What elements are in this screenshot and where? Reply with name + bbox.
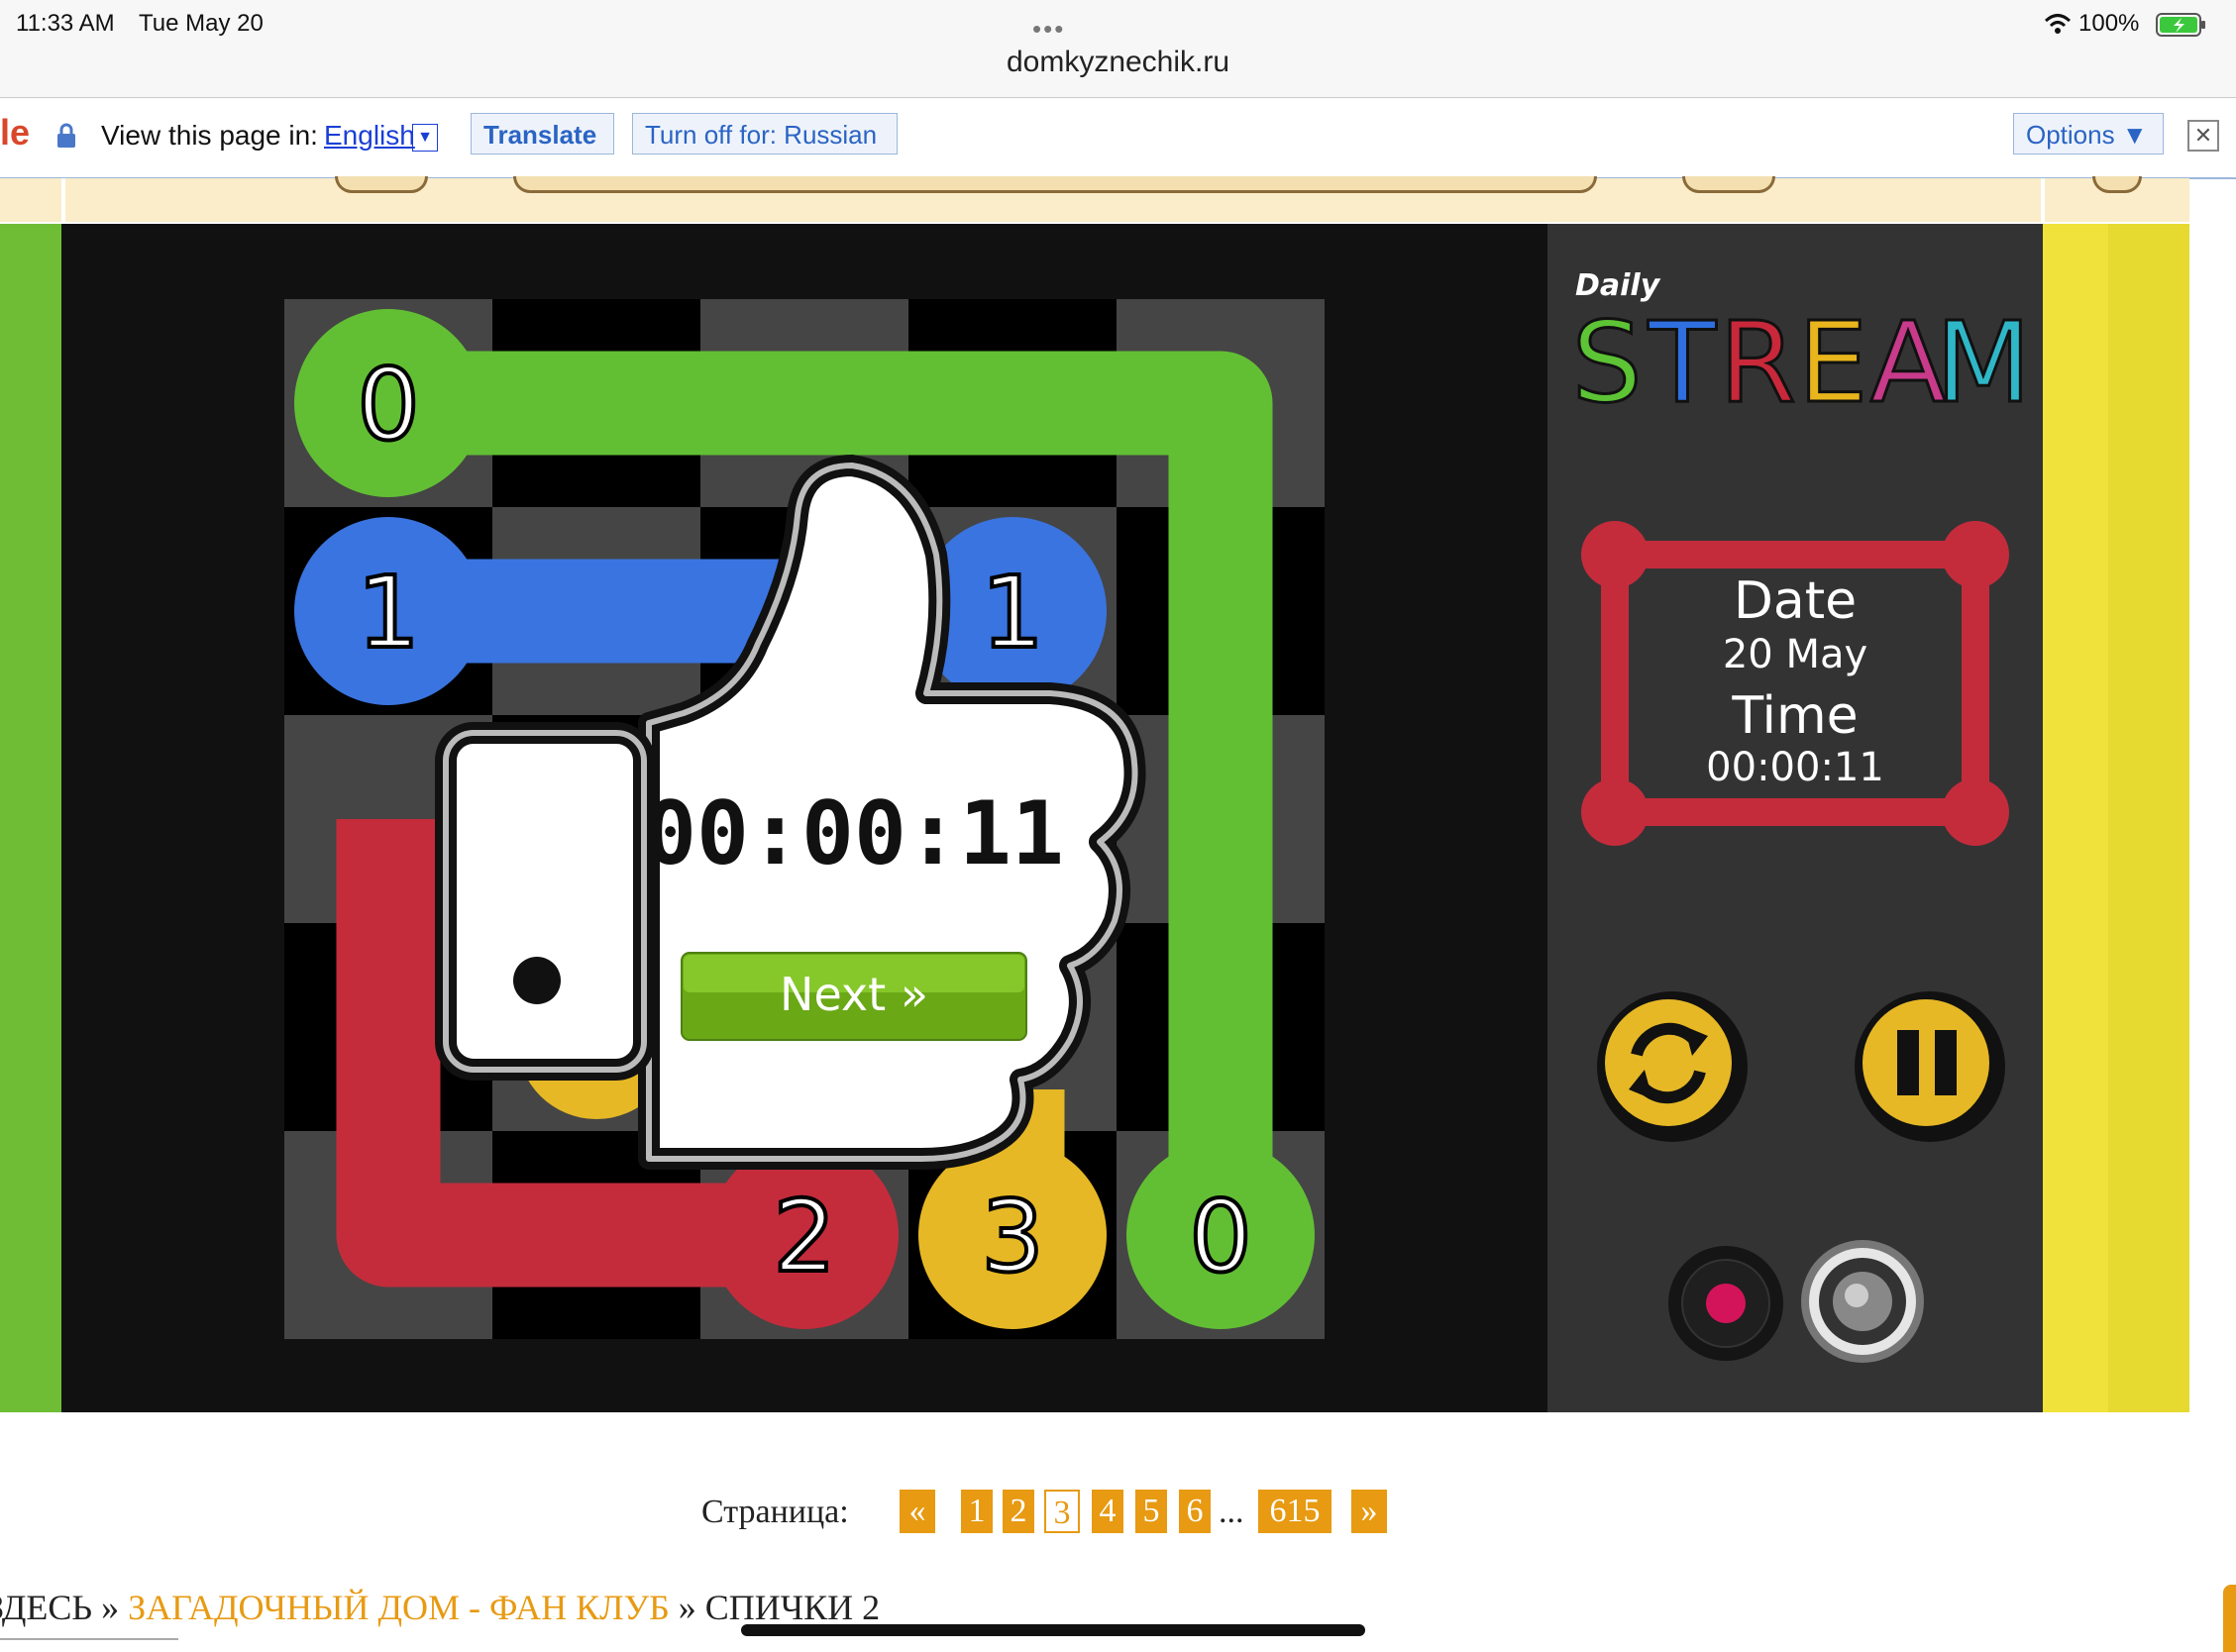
node-label: 0: [1189, 1179, 1252, 1294]
speaker-icon[interactable]: [1801, 1240, 1924, 1363]
pagination-page-1[interactable]: 1: [961, 1490, 993, 1533]
next-button-label: Next »: [780, 968, 928, 1021]
date-value: 20 May: [1723, 632, 1867, 677]
stream-logo: S T R E AM: [1570, 298, 2033, 430]
breadcrumb-sep: »: [678, 1588, 696, 1627]
pagination-page-3[interactable]: 3: [1044, 1490, 1080, 1533]
content-divider: [0, 1638, 178, 1640]
logo-letter: T: [1648, 299, 1717, 428]
node-label: 1: [981, 555, 1044, 671]
pagination-prev[interactable]: «: [900, 1490, 935, 1533]
logo-daily: Daily: [1575, 268, 1661, 303]
restart-button[interactable]: [1597, 991, 1748, 1142]
pagination-page-5[interactable]: 5: [1135, 1490, 1167, 1533]
node-label: 1: [357, 555, 420, 671]
next-button[interactable]: Next »: [681, 952, 1027, 1041]
node-label: 3: [981, 1179, 1044, 1294]
breadcrumb-sep: »: [101, 1588, 120, 1627]
node-label: 2: [773, 1179, 836, 1294]
logo-letter: M: [1936, 299, 2032, 428]
pagination-page-4[interactable]: 4: [1092, 1490, 1123, 1533]
popup-time: 00:00:11: [644, 782, 1064, 884]
breadcrumb: ЗДЕСЬ » ЗАГАДОЧНЫЙ ДОМ - ФАН КЛУБ » СПИЧ…: [0, 1587, 880, 1628]
breadcrumb-start: ЗДЕСЬ: [0, 1588, 93, 1627]
time-value: 00:00:11: [1706, 745, 1884, 790]
side-tab[interactable]: [2223, 1585, 2236, 1652]
logo-letter: R: [1719, 299, 1796, 428]
pagination-next[interactable]: »: [1351, 1490, 1387, 1533]
node-label: 0: [357, 347, 420, 463]
pagination-page-2[interactable]: 2: [1003, 1490, 1034, 1533]
game-board[interactable]: 0 1 1 2 3 0 00:00:11 Next » Daily S T R E AM…: [0, 0, 2236, 1652]
date-time-frame: [1581, 521, 2009, 846]
music-icon[interactable]: [1668, 1246, 1783, 1361]
logo-letter: E: [1798, 299, 1868, 428]
breadcrumb-link[interactable]: ЗАГАДОЧНЫЙ ДОМ - ФАН КЛУБ: [128, 1588, 670, 1627]
logo-letter: S: [1571, 299, 1642, 428]
pagination-page-6[interactable]: 6: [1179, 1490, 1211, 1533]
time-label: Time: [1731, 686, 1858, 746]
breadcrumb-current: СПИЧКИ 2: [704, 1588, 881, 1627]
date-label: Date: [1734, 571, 1857, 631]
home-indicator: [741, 1624, 1365, 1636]
pagination-label: Страница:: [701, 1494, 849, 1530]
pagination-page-last[interactable]: 615: [1258, 1490, 1331, 1533]
pagination-ellipsis: ...: [1219, 1494, 1244, 1530]
pause-button[interactable]: [1855, 991, 2005, 1142]
